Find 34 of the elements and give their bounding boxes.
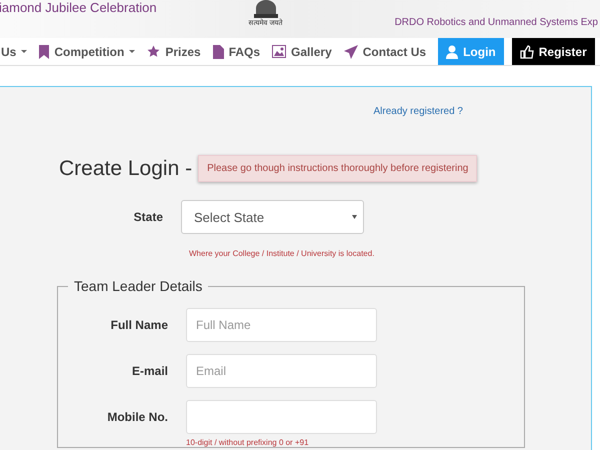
field-hint: 10-digit / without prefixing 0 or +91 xyxy=(186,438,310,447)
jubilee-text: iamond Jubilee Celebration xyxy=(0,0,157,15)
thumbs-up-icon xyxy=(520,44,534,58)
emblem-icon xyxy=(252,0,279,18)
nav-link[interactable]: Gallery xyxy=(272,44,332,58)
field-label: E-mail xyxy=(130,364,168,378)
field-label: Full Name xyxy=(110,318,168,332)
caret-icon xyxy=(129,50,136,53)
fieldset-legend: Team Leader Details xyxy=(68,278,208,294)
star-icon xyxy=(147,45,160,58)
field-label: Mobile No. xyxy=(106,410,168,424)
paper-plane-icon xyxy=(344,44,358,58)
page-title: Create Login - xyxy=(59,156,192,180)
nav-menu[interactable]: Us xyxy=(1,44,28,58)
dropdown-arrow-icon xyxy=(352,215,357,219)
already-registered-link[interactable]: Already registered ? xyxy=(374,106,463,117)
nav-link[interactable]: Prizes xyxy=(147,44,201,58)
field-label: State xyxy=(132,210,163,224)
tagline: DRDO Robotics and Unmanned Systems Exp xyxy=(394,17,598,28)
state-select[interactable]: Select State xyxy=(181,200,364,234)
nav-menu[interactable]: Competition xyxy=(39,44,136,58)
bookmark-icon xyxy=(39,44,50,58)
register-button[interactable]: Register xyxy=(512,38,595,65)
document-icon xyxy=(212,44,224,58)
nav-link[interactable]: Contact Us xyxy=(344,44,426,58)
user-icon xyxy=(446,44,458,58)
picture-icon xyxy=(272,45,286,58)
input-field[interactable]: Email xyxy=(186,354,377,388)
nav-link[interactable]: FAQs xyxy=(212,44,260,58)
input-field[interactable]: Full Name xyxy=(186,308,377,342)
field-hint: Where your College / Institute / University is located. xyxy=(189,249,376,258)
input-field[interactable] xyxy=(186,400,377,434)
alert-message: Please go though instructions thoroughly before registering xyxy=(198,155,478,182)
caret-icon xyxy=(21,50,28,53)
